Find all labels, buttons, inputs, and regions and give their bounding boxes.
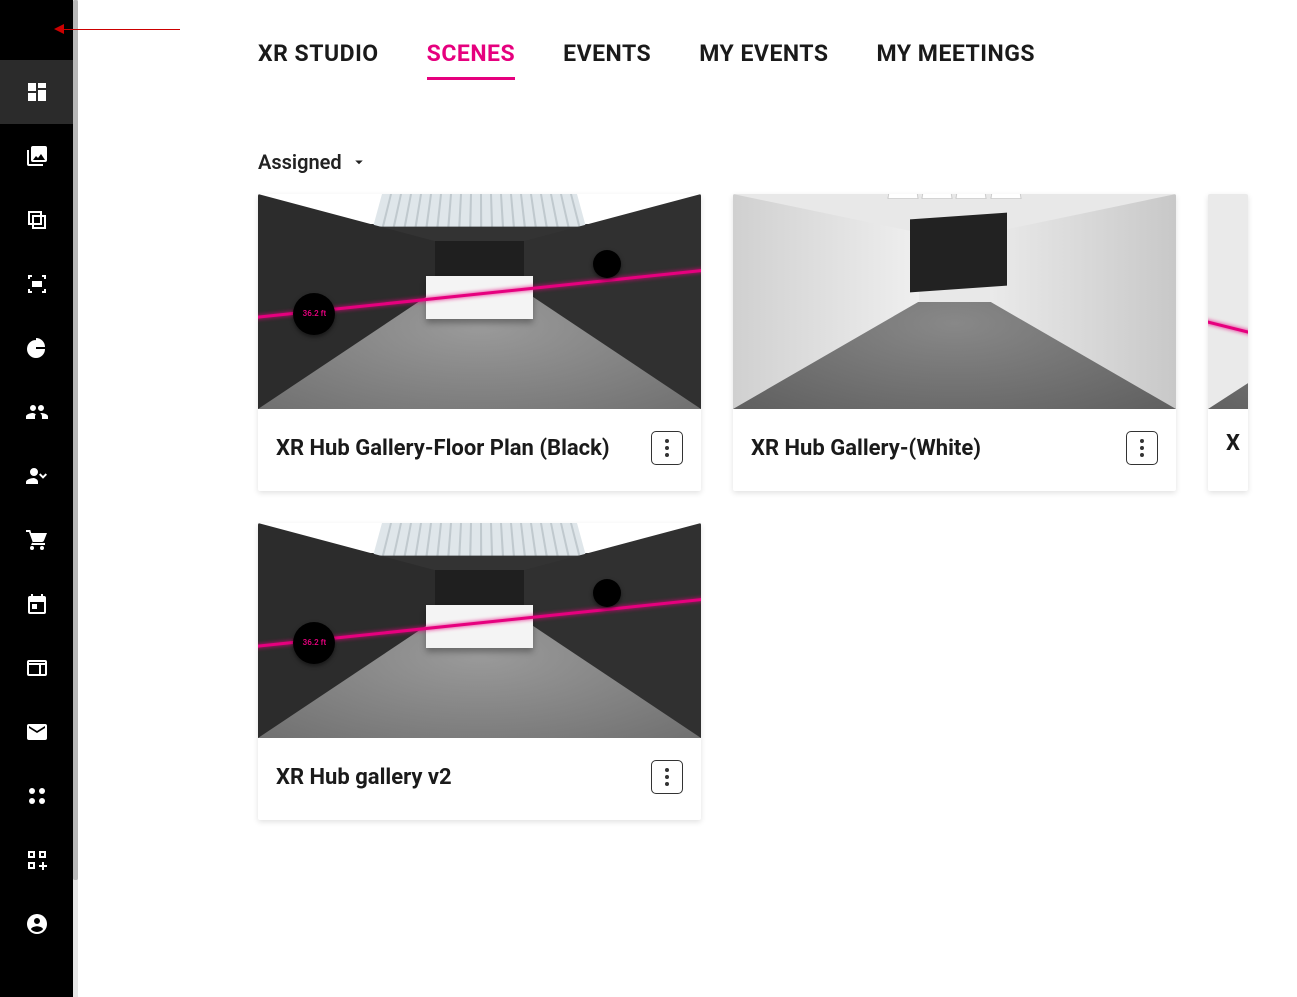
tab-xr-studio[interactable]: XR STUDIO (258, 40, 379, 80)
scene-card[interactable]: XR Hub Gallery-(White) (733, 194, 1176, 491)
mail-icon (25, 720, 49, 744)
sidebar-item-mail[interactable] (0, 700, 73, 764)
sidebar-item-dashboard[interactable] (0, 60, 73, 124)
web-icon (25, 656, 49, 680)
top-tabs: XR STUDIO SCENES EVENTS MY EVENTS MY MEE… (258, 40, 1297, 80)
scene-card[interactable]: 36.2 ft XR Hub Gallery-Floor Plan (Black… (258, 194, 701, 491)
sidebar-item-scan[interactable] (0, 252, 73, 316)
sidebar-item-cart[interactable] (0, 508, 73, 572)
sidebar-item-analytics[interactable] (0, 316, 73, 380)
tab-events[interactable]: EVENTS (563, 40, 651, 80)
main-content: XR STUDIO SCENES EVENTS MY EVENTS MY MEE… (78, 0, 1297, 997)
scene-thumbnail (733, 194, 1176, 409)
images-icon (25, 144, 49, 168)
sidebar-item-apps[interactable] (0, 764, 73, 828)
scene-title: XR Hub Gallery-(White) (751, 436, 981, 461)
scene-title: XR Hub Gallery-Floor Plan (Black) (276, 436, 610, 461)
more-vert-icon (1140, 439, 1144, 457)
more-vert-icon (665, 768, 669, 786)
filter-dropdown[interactable]: Assigned (258, 150, 368, 174)
dashboard-icon (25, 80, 49, 104)
scene-menu-button[interactable] (651, 760, 683, 794)
pie-chart-icon (25, 336, 49, 360)
chevron-down-icon (350, 153, 368, 171)
sidebar-item-web[interactable] (0, 636, 73, 700)
scene-thumbnail: 36.2 ft (258, 194, 701, 409)
filter-label: Assigned (258, 150, 342, 174)
scene-card-grid: 36.2 ft XR Hub Gallery-Floor Plan (Black… (258, 194, 1297, 820)
scene-menu-button[interactable] (1126, 431, 1158, 465)
layers-icon (25, 208, 49, 232)
scene-thumbnail (1208, 194, 1248, 409)
people-icon (25, 400, 49, 424)
sidebar-item-qr[interactable] (0, 828, 73, 892)
scene-title: X (1226, 431, 1240, 456)
tab-my-meetings[interactable]: MY MEETINGS (877, 40, 1036, 80)
scene-thumbnail: 36.2 ft (258, 523, 701, 738)
scene-card[interactable]: 36.2 ft XR Hub gallery v2 (258, 523, 701, 820)
sidebar-item-account[interactable] (0, 892, 73, 956)
tab-my-events[interactable]: MY EVENTS (699, 40, 828, 80)
cart-icon (25, 528, 49, 552)
scene-title: XR Hub gallery v2 (276, 765, 452, 790)
person-check-icon (25, 464, 49, 488)
more-vert-icon (665, 439, 669, 457)
sidebar (0, 0, 78, 997)
apps-grid-icon (25, 784, 49, 808)
tab-scenes[interactable]: SCENES (427, 40, 515, 80)
scene-card-partial[interactable]: X (1208, 194, 1248, 491)
qr-add-icon (25, 848, 49, 872)
sidebar-item-calendar[interactable] (0, 572, 73, 636)
calendar-icon (25, 592, 49, 616)
sidebar-expand-button[interactable] (0, 0, 73, 60)
sidebar-item-layers[interactable] (0, 188, 73, 252)
sidebar-item-images[interactable] (0, 124, 73, 188)
scene-menu-button[interactable] (651, 431, 683, 465)
scan-icon (25, 272, 49, 296)
sidebar-item-user-check[interactable] (0, 444, 73, 508)
chevron-right-icon (0, 0, 73, 67)
account-icon (25, 912, 49, 936)
sidebar-item-users[interactable] (0, 380, 73, 444)
